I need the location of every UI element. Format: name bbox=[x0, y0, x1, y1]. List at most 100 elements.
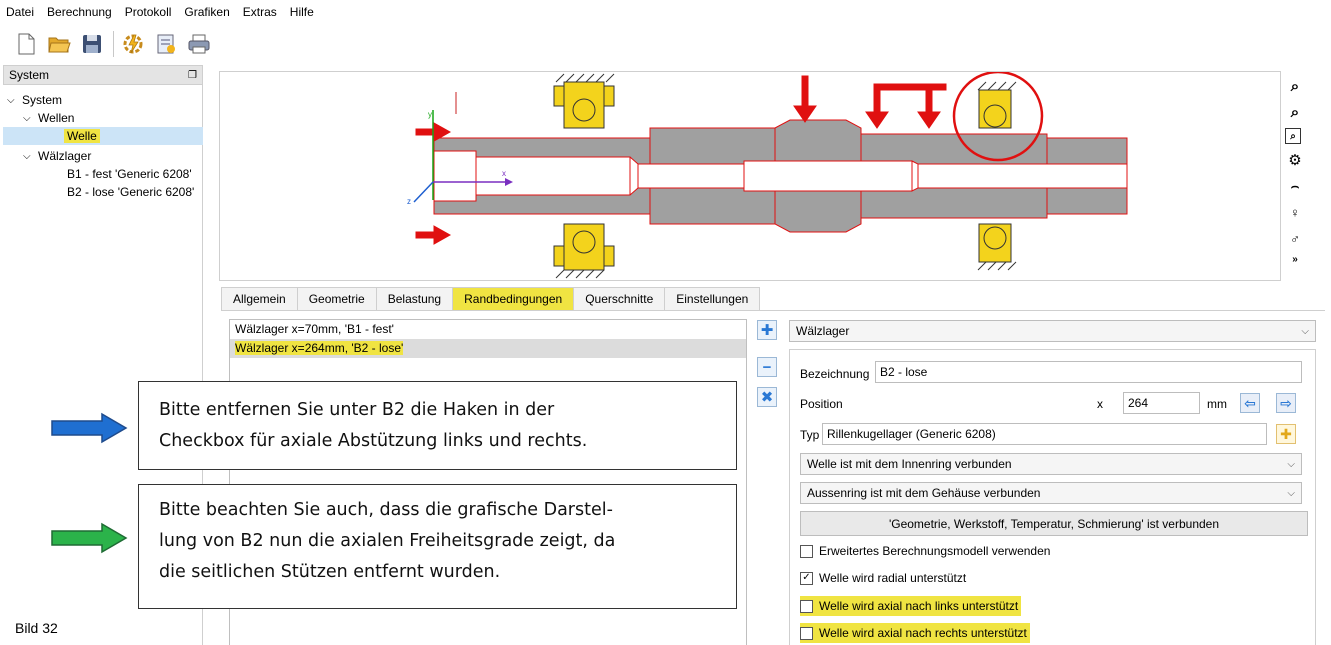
menu-datei[interactable]: Datei bbox=[6, 5, 34, 19]
menu-protokoll[interactable]: Protokoll bbox=[125, 5, 172, 19]
bezeichnung-label: Bezeichnung bbox=[800, 367, 870, 381]
toolbar-separator bbox=[113, 31, 114, 57]
inner-ring-select[interactable]: Welle ist mit dem Innenring verbunden ⌵ bbox=[800, 453, 1302, 475]
move-left-button[interactable]: ⇦ bbox=[1240, 393, 1260, 413]
callout-line: Checkbox für axiale Abstützung links und… bbox=[159, 431, 588, 451]
menu-grafiken[interactable]: Grafiken bbox=[184, 5, 229, 19]
bezeichnung-field[interactable]: B2 - lose bbox=[875, 361, 1302, 383]
tree-label-wellen: Wellen bbox=[38, 111, 75, 125]
connected-properties-button[interactable]: 'Geometrie, Werkstoff, Temperatur, Schmi… bbox=[800, 511, 1308, 536]
tree-item-b2[interactable]: B2 - lose 'Generic 6208' bbox=[67, 183, 194, 201]
settings-gear-icon[interactable]: ⚙ bbox=[1285, 150, 1305, 170]
tree-label-b2: B2 - lose 'Generic 6208' bbox=[67, 185, 195, 199]
tree-item-wellen[interactable]: ⌵ Wellen bbox=[23, 109, 74, 127]
bearing-b2-top bbox=[977, 81, 1017, 129]
menu-berechnung[interactable]: Berechnung bbox=[47, 5, 112, 19]
chevron-down-icon: ⌵ bbox=[1287, 458, 1295, 470]
instruction-callout: Bitte entfernen Sie unter B2 die Haken i… bbox=[138, 381, 737, 470]
graphic-side-toolbar: ⌕ ⌕ ⌕ ⚙ ⌢ ♀ ♂ » bbox=[1285, 76, 1309, 270]
y-axis-label: y bbox=[428, 110, 432, 119]
toolbar bbox=[0, 28, 220, 60]
chevron-down-icon: ⌵ bbox=[1301, 325, 1309, 337]
move-right-button[interactable]: ⇨ bbox=[1276, 393, 1296, 413]
system-panel-title: System bbox=[9, 68, 50, 82]
chevron-down-icon[interactable]: ⌵ bbox=[7, 95, 17, 106]
delete-all-button[interactable]: ✖ bbox=[757, 387, 777, 407]
shaft-drawing: y x z bbox=[407, 70, 1128, 279]
tab-randbedingungen[interactable]: Randbedingungen bbox=[452, 287, 575, 311]
tree-label-b1: B1 - fest 'Generic 6208' bbox=[67, 167, 192, 181]
bearing-view-icon[interactable]: ♀ bbox=[1285, 202, 1305, 222]
tree-item-system[interactable]: ⌵ System bbox=[7, 91, 62, 109]
callout-line: lung von B2 nun die axialen Freiheitsgra… bbox=[159, 531, 616, 551]
view-icon[interactable]: ⌢ bbox=[1285, 176, 1305, 196]
position-unit: mm bbox=[1207, 397, 1227, 411]
outer-ring-value: Aussenring ist mit dem Gehäuse verbunden bbox=[807, 486, 1041, 500]
chevron-down-icon[interactable]: ⌵ bbox=[23, 151, 33, 162]
tree-item-b1[interactable]: B1 - fest 'Generic 6208' bbox=[67, 165, 192, 183]
list-item-selected[interactable]: Wälzlager x=264mm, 'B2 - lose' bbox=[230, 339, 746, 358]
bearing-add-icon[interactable]: ♂ bbox=[1285, 228, 1305, 248]
remove-button[interactable]: − bbox=[757, 357, 777, 377]
callout-line: die seitlichen Stützen entfernt wurden. bbox=[159, 562, 501, 582]
outer-ring-select[interactable]: Aussenring ist mit dem Gehäuse verbunden… bbox=[800, 482, 1302, 504]
more-icon[interactable]: » bbox=[1285, 254, 1305, 265]
typ-label: Typ bbox=[800, 428, 820, 442]
tab-geometrie[interactable]: Geometrie bbox=[296, 287, 377, 311]
checkbox-box[interactable] bbox=[800, 599, 813, 613]
tree-item-waelzlager[interactable]: ⌵ Wälzlager bbox=[23, 147, 91, 165]
position-label: Position bbox=[800, 397, 843, 411]
checkbox-label: Welle wird axial nach rechts unterstützt bbox=[819, 626, 1027, 640]
tree-label-system: System bbox=[22, 93, 63, 107]
save-icon[interactable] bbox=[80, 32, 104, 56]
checkbox-box[interactable] bbox=[800, 626, 813, 640]
list-item[interactable]: Wälzlager x=70mm, 'B1 - fest' bbox=[230, 320, 746, 339]
calculate-icon[interactable] bbox=[121, 32, 145, 56]
add-button[interactable]: ✚ bbox=[757, 320, 777, 340]
zoom-fit-icon[interactable]: ⌕ bbox=[1285, 128, 1301, 144]
bearing-b1-bottom bbox=[553, 223, 615, 279]
select-bearing-type-button[interactable]: ✚ bbox=[1276, 424, 1296, 444]
element-type-value: Wälzlager bbox=[796, 324, 850, 338]
undock-icon[interactable]: ❐ bbox=[188, 70, 197, 81]
tab-querschnitte[interactable]: Querschnitte bbox=[573, 287, 666, 311]
position-field[interactable]: 264 bbox=[1123, 392, 1200, 414]
blue-arrow-icon bbox=[51, 412, 128, 444]
inner-ring-value: Welle ist mit dem Innenring verbunden bbox=[807, 457, 1012, 471]
bearing-b1-top bbox=[553, 73, 615, 129]
menu-bar: Datei Berechnung Protokoll Grafiken Extr… bbox=[0, 0, 1331, 24]
checkbox-axial-left[interactable]: Welle wird axial nach links unterstützt bbox=[800, 596, 1022, 616]
system-panel-header: System ❐ bbox=[3, 65, 203, 85]
tab-divider bbox=[221, 310, 1325, 311]
tree-label-welle: Welle bbox=[64, 129, 100, 143]
checkbox-axial-right[interactable]: Welle wird axial nach rechts unterstützt bbox=[800, 623, 1030, 643]
tree-item-welle[interactable]: Welle bbox=[3, 127, 203, 145]
callout-line: Bitte entfernen Sie unter B2 die Haken i… bbox=[159, 400, 555, 420]
green-arrow-icon bbox=[51, 522, 128, 554]
menu-extras[interactable]: Extras bbox=[243, 5, 277, 19]
callout-line: Bitte beachten Sie auch, dass die grafis… bbox=[159, 500, 613, 520]
checkmark-icon[interactable]: ✓ bbox=[800, 571, 813, 585]
print-icon[interactable] bbox=[187, 32, 211, 56]
chevron-down-icon[interactable]: ⌵ bbox=[23, 113, 33, 124]
tab-allgemein[interactable]: Allgemein bbox=[221, 287, 298, 311]
figure-label: Bild 32 bbox=[15, 620, 58, 636]
checkbox-extended-model[interactable]: Erweitertes Berechnungsmodell verwenden bbox=[800, 541, 1050, 561]
zoom-in-icon[interactable]: ⌕ bbox=[1285, 76, 1305, 96]
z-axis-label: z bbox=[407, 197, 411, 206]
element-type-select[interactable]: Wälzlager ⌵ bbox=[789, 320, 1316, 342]
zoom-out-icon[interactable]: ⌕ bbox=[1285, 102, 1305, 122]
new-file-icon[interactable] bbox=[14, 32, 38, 56]
tree-label-waelzlager: Wälzlager bbox=[38, 149, 92, 163]
shaft-graphic-view[interactable]: y x z bbox=[219, 70, 1281, 281]
report-icon[interactable] bbox=[154, 32, 178, 56]
checkbox-box[interactable] bbox=[800, 544, 813, 558]
tab-belastung[interactable]: Belastung bbox=[375, 287, 454, 311]
typ-field[interactable]: Rillenkugellager (Generic 6208) bbox=[822, 423, 1267, 445]
open-folder-icon[interactable] bbox=[47, 32, 71, 56]
checkbox-radial-support[interactable]: ✓ Welle wird radial unterstützt bbox=[800, 568, 966, 588]
tab-einstellungen[interactable]: Einstellungen bbox=[664, 287, 761, 311]
checkbox-label: Erweitertes Berechnungsmodell verwenden bbox=[819, 544, 1051, 558]
menu-hilfe[interactable]: Hilfe bbox=[290, 5, 314, 19]
bearing-b2-bottom bbox=[977, 223, 1017, 271]
